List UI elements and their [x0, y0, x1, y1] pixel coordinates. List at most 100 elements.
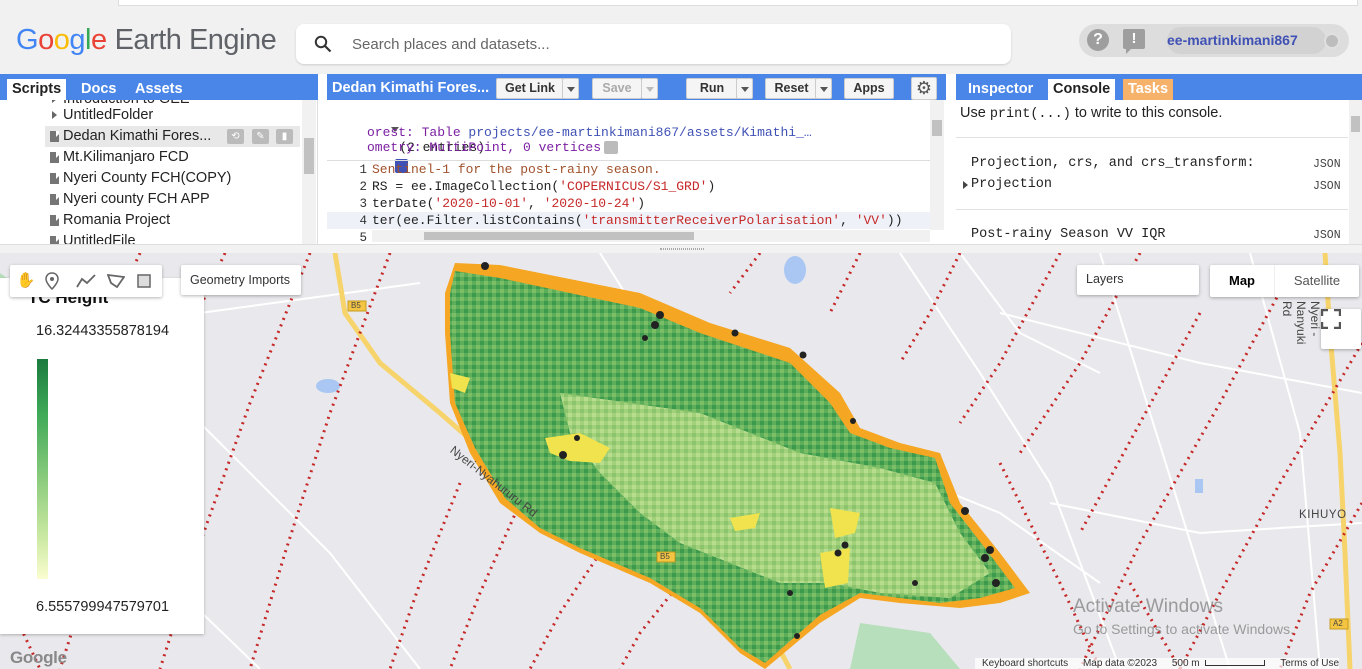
- code-token: )): [886, 213, 903, 228]
- code-line[interactable]: terDate('2020-10-01', '2020-10-24'): [372, 195, 645, 213]
- tab-console[interactable]: Console: [1048, 79, 1116, 100]
- gear-icon[interactable]: ⚙: [911, 77, 937, 100]
- run-dropdown[interactable]: [736, 78, 753, 99]
- layers-button[interactable]: Layers: [1077, 265, 1199, 295]
- map-type-toggle: Map Satellite: [1210, 265, 1359, 297]
- account-bar: ? ! ee-martinkimani867: [1079, 24, 1349, 57]
- code-editor[interactable]: (2 entries) orest: Table projects/ee-mar…: [327, 100, 946, 244]
- hand-icon[interactable]: ✋: [15, 270, 37, 292]
- feedback-icon[interactable]: !: [1123, 29, 1145, 54]
- tab-docs[interactable]: Docs: [76, 79, 121, 100]
- json-tag[interactable]: JSON: [1313, 229, 1341, 242]
- run-button[interactable]: Run: [686, 78, 738, 99]
- caret-right-icon[interactable]: [963, 181, 968, 189]
- file-icon: [50, 215, 59, 226]
- tree-file[interactable]: Mt.Kilimanjaro FCD: [0, 147, 300, 168]
- tree-file[interactable]: Nyeri County FCH(COPY): [0, 168, 300, 189]
- keyboard-shortcuts-link[interactable]: Keyboard shortcuts: [982, 658, 1068, 669]
- json-tag[interactable]: JSON: [1313, 180, 1341, 193]
- tree-file[interactable]: UntitledFile: [0, 231, 300, 244]
- marker-icon[interactable]: [45, 270, 67, 292]
- code-token: ,: [840, 213, 856, 228]
- line-icon[interactable]: [76, 270, 98, 292]
- road-label: Nyeri - Nanyuki Rd: [1280, 301, 1322, 345]
- code-token: RS = ee.ImageCollection(: [372, 179, 560, 194]
- console-entry-text: Projection: [971, 177, 1053, 192]
- tab-tasks[interactable]: Tasks: [1123, 79, 1174, 100]
- code-token: ): [707, 179, 716, 194]
- console-entry[interactable]: Post-rainy Season VV IQR: [971, 227, 1165, 242]
- panel-splitter[interactable]: [0, 244, 1362, 253]
- help-icon[interactable]: ?: [1087, 29, 1109, 51]
- tab-inspector[interactable]: Inspector: [963, 79, 1038, 100]
- fullscreen-button[interactable]: [1321, 309, 1361, 349]
- scripts-scrollbar[interactable]: [302, 100, 316, 244]
- tab-scripts[interactable]: Scripts: [7, 79, 67, 100]
- console-divider: [956, 209, 1348, 210]
- account-name[interactable]: ee-martinkimani867: [1167, 27, 1326, 54]
- search-input[interactable]: [352, 33, 992, 55]
- reset-dropdown[interactable]: [815, 78, 832, 99]
- scrollbar-thumb[interactable]: [304, 138, 314, 174]
- console-entry[interactable]: Projection, crs, and crs_transform:: [971, 156, 1255, 171]
- code-line[interactable]: ter(ee.Filter.listContains('transmitterR…: [372, 212, 903, 230]
- search-icon: [314, 35, 332, 53]
- gear-icon[interactable]: [604, 141, 619, 155]
- reset-button[interactable]: Reset: [765, 78, 818, 99]
- map-type-satellite-button[interactable]: Satellite: [1274, 265, 1359, 297]
- place-label: KIHUYO: [1299, 509, 1347, 521]
- save-dropdown[interactable]: [641, 78, 658, 99]
- code-token: terDate(: [372, 196, 435, 211]
- console-entry[interactable]: Projection: [963, 177, 1053, 192]
- scale-bar: [1205, 660, 1266, 667]
- tree-file[interactable]: Romania Project: [0, 210, 300, 231]
- import-value: projects/ee-martinkimani867/assets/Kimat…: [468, 125, 812, 140]
- script-title: Dedan Kimathi Fores...: [332, 80, 490, 96]
- console-scrollbar[interactable]: [1349, 100, 1362, 244]
- file-icon: [50, 173, 59, 184]
- line-number: 3: [359, 197, 367, 211]
- console-hint: Use print(...) to write to this console.: [960, 105, 1222, 122]
- history-icon[interactable]: ⟲: [227, 129, 244, 144]
- json-tag[interactable]: JSON: [1313, 158, 1341, 171]
- tree-file-selected[interactable]: Dedan Kimathi Fores... ⟲ ✎ ▮: [45, 126, 300, 147]
- imports-header[interactable]: (2 entries): [360, 103, 485, 173]
- avatar[interactable]: [1324, 33, 1340, 49]
- terms-link[interactable]: Terms of Use: [1280, 658, 1339, 669]
- scrollbar-thumb[interactable]: [424, 232, 694, 240]
- delete-icon[interactable]: ▮: [276, 129, 293, 144]
- hint-text: to write to this console.: [1070, 105, 1223, 121]
- file-icon: [50, 236, 59, 244]
- import-row[interactable]: ometry: MultiPoint, 0 vertices: [367, 139, 619, 157]
- scrollbar-thumb[interactable]: [932, 120, 942, 136]
- map-canvas[interactable]: B5 B5 A2 Nyeri-Nyahururu Rd Nyeri - Nany…: [0, 253, 1362, 669]
- tab-assets[interactable]: Assets: [130, 79, 188, 100]
- editor-hscrollbar[interactable]: [372, 230, 930, 242]
- code-line[interactable]: Sentinel-1 for the post-rainy season.: [372, 161, 661, 179]
- search-box[interactable]: [296, 24, 1011, 64]
- code-string: 'COPERNICUS/S1_GRD': [559, 179, 708, 194]
- tree-label: Dedan Kimathi Fores...: [63, 128, 212, 144]
- rectangle-icon[interactable]: [137, 270, 159, 292]
- tree-folder[interactable]: UntitledFolder: [0, 105, 300, 126]
- get-link-button[interactable]: Get Link: [496, 78, 564, 99]
- polygon-icon[interactable]: [107, 270, 129, 292]
- map-type-map-button[interactable]: Map: [1210, 265, 1274, 297]
- earth-engine-logo[interactable]: Google Earth Engine: [16, 24, 277, 57]
- scrollbar-thumb[interactable]: [1351, 116, 1360, 132]
- splitter-handle-icon[interactable]: [660, 248, 704, 250]
- rename-icon[interactable]: ✎: [252, 129, 269, 144]
- save-button[interactable]: Save: [592, 78, 642, 99]
- caret-right-icon[interactable]: [52, 111, 57, 119]
- top-strip: [118, 0, 1358, 6]
- hint-code: print(...): [989, 107, 1071, 122]
- tree-file[interactable]: Nyeri county FCH APP: [0, 189, 300, 210]
- logo-product-text: Earth Engine: [114, 24, 277, 56]
- geometry-imports-button[interactable]: Geometry Imports: [181, 265, 301, 295]
- get-link-dropdown[interactable]: [562, 78, 579, 99]
- legend-panel: TC Height 16.32443355878194 6.5557999475…: [0, 278, 204, 634]
- code-line[interactable]: RS = ee.ImageCollection('COPERNICUS/S1_G…: [372, 178, 715, 196]
- editor-scrollbar[interactable]: [930, 100, 944, 230]
- apps-button[interactable]: Apps: [844, 78, 894, 99]
- app-header: GoogleEarth Engine ? ! ee-martinkimani86…: [0, 0, 1362, 74]
